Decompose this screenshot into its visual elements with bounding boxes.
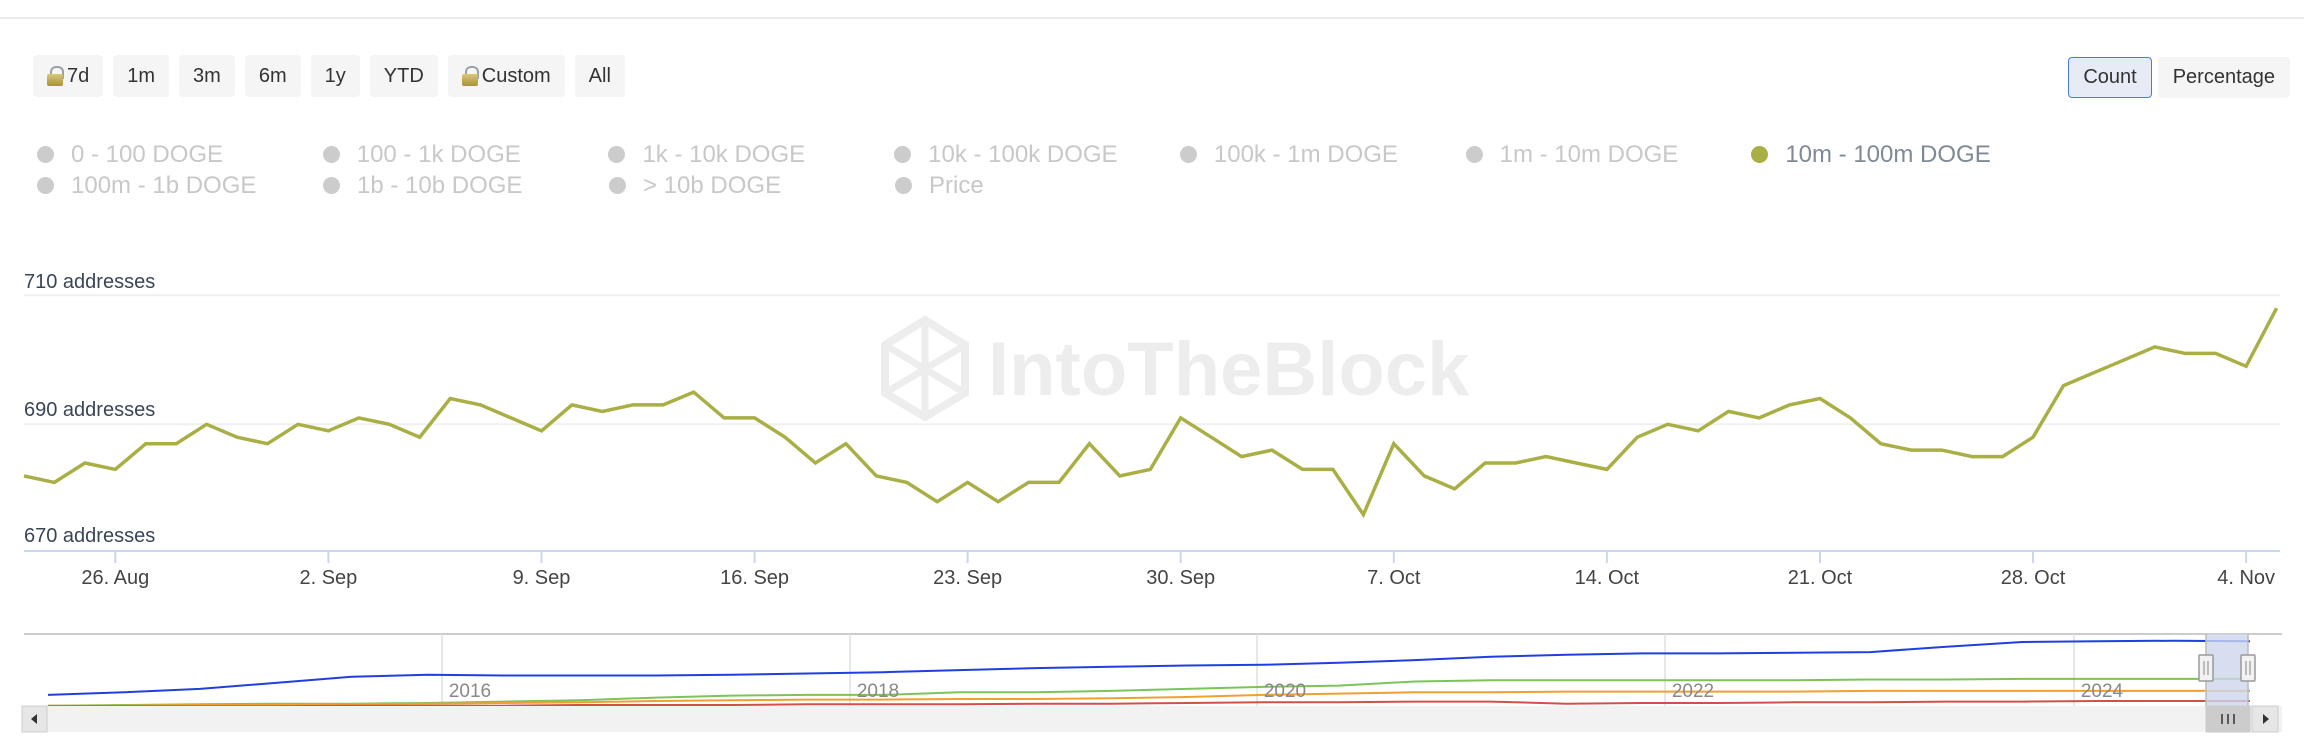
percentage-mode-button[interactable]: Percentage [2157, 57, 2290, 98]
legend-label: Price [929, 171, 984, 199]
navigator-year-label: 2018 [857, 681, 899, 702]
legend-dot-icon [1179, 146, 1197, 163]
legend-item-10m-100m-doge[interactable]: 10m - 100m DOGE [1751, 139, 2037, 170]
x-tick-label: 9. Sep [513, 567, 571, 589]
x-tick-label: 16. Sep [720, 567, 789, 589]
lock-icon [461, 66, 479, 86]
legend-label: 1m - 10m DOGE [1499, 140, 1679, 168]
x-tick-label: 30. Sep [1146, 567, 1215, 589]
legend-label: > 10b DOGE [643, 171, 782, 199]
legend-dot-icon [608, 146, 626, 163]
range-button-ytd[interactable]: YTD [369, 55, 438, 97]
time-range-selector: 7d 1m 3m 6m 1y YTD Custom All [33, 55, 625, 97]
legend-label: 100k - 1m DOGE [1213, 140, 1398, 168]
range-button-1m[interactable]: 1m [113, 55, 170, 97]
range-button-1y[interactable]: 1y [310, 55, 360, 97]
range-button-label: 1m [127, 64, 156, 87]
range-button-label: 1y [324, 64, 346, 87]
navigator-year-label: 2022 [1672, 681, 1714, 702]
top-divider [0, 17, 2304, 19]
legend-item-100-1k-doge[interactable]: 100 - 1k DOGE [322, 139, 609, 170]
legend-item-10k-100k-doge[interactable]: 10k - 100k DOGE [894, 139, 1180, 170]
legend-item-price[interactable]: Price [895, 170, 1181, 201]
navigator-left-handle[interactable] [2198, 654, 2214, 682]
legend-dot-icon [37, 177, 54, 194]
range-button-label: All [588, 64, 611, 87]
x-tick-label: 28. Oct [2001, 567, 2066, 589]
legend-item-100k-1m-doge[interactable]: 100k - 1m DOGE [1179, 139, 1466, 170]
navigator-series-count-total [47, 639, 2251, 696]
legend-item-0-100-doge[interactable]: 0 - 100 DOGE [37, 139, 323, 170]
legend-item-100m-1b-doge[interactable]: 100m - 1b DOGE [37, 170, 323, 201]
range-button-3m[interactable]: 3m [179, 55, 235, 97]
range-button-6m[interactable]: 6m [244, 55, 301, 97]
legend-label: 1k - 10k DOGE [642, 140, 806, 168]
legend-label: 10m - 100m DOGE [1785, 140, 1991, 168]
x-tick-label: 7. Oct [1367, 567, 1421, 589]
x-tick-label: 2. Sep [299, 567, 357, 589]
watermark-text: IntoTheBlock [988, 327, 1470, 412]
navigator-year-label: 2024 [2081, 681, 2124, 702]
legend-row: 0 - 100 DOGE 100 - 1k DOGE 1k - 10k DOGE 10… [37, 139, 2037, 170]
legend-dot-icon [323, 177, 340, 194]
range-button-label: Custom [481, 64, 551, 87]
navigator-year-label: 2016 [449, 681, 491, 702]
range-button-label: 3m [193, 64, 221, 87]
legend-item-1m-10m-doge[interactable]: 1m - 10m DOGE [1465, 139, 1752, 170]
scroll-left-button[interactable] [21, 705, 48, 733]
legend-item-1b-10b-doge[interactable]: 1b - 10b DOGE [323, 170, 609, 201]
intotheblock-watermark: IntoTheBlock [881, 315, 1470, 422]
range-button-label: 7d [67, 64, 90, 87]
range-button-all[interactable]: All [574, 55, 625, 97]
legend-dot-icon [322, 146, 340, 163]
legend-dot-icon [609, 177, 626, 194]
scroll-right-button[interactable] [2251, 705, 2279, 733]
lock-icon [47, 66, 64, 86]
display-mode-toggle: Count Percentage [2068, 57, 2290, 98]
scrollbar-track[interactable] [22, 706, 2282, 732]
legend-dot-icon [895, 177, 912, 194]
range-button-label: YTD [383, 64, 424, 87]
range-button-7d[interactable]: 7d [33, 55, 104, 97]
legend-label: 1b - 10b DOGE [357, 171, 523, 199]
main-line-chart[interactable]: IntoTheBlock 26. Aug 2. Sep 9. Sep 16. Sep 23… [0, 270, 2304, 590]
legend-item-10b-doge[interactable]: > 10b DOGE [609, 170, 895, 201]
legend-label: 100 - 1k DOGE [356, 140, 521, 168]
legend-dot-icon [1465, 146, 1483, 163]
navigator-chart[interactable]: 2016 2018 2020 2022 2024 [0, 630, 2304, 749]
legend-row: 100m - 1b DOGE 1b - 10b DOGE > 10b DOGE Pri… [37, 170, 2037, 201]
x-tick-label: 14. Oct [1575, 567, 1640, 589]
legend-dot-icon [1751, 146, 1769, 163]
chart-legend: 0 - 100 DOGE 100 - 1k DOGE 1k - 10k DOGE 10… [37, 139, 2037, 201]
x-tick-label: 23. Sep [933, 567, 1002, 589]
navigator-right-handle[interactable] [2240, 654, 2256, 682]
legend-label: 10k - 100k DOGE [928, 140, 1118, 168]
legend-item-1k-10k-doge[interactable]: 1k - 10k DOGE [608, 139, 894, 170]
x-tick-label: 4. Nov [2217, 567, 2275, 589]
legend-dot-icon [894, 146, 912, 163]
range-button-label: 6m [258, 64, 287, 87]
range-button-custom[interactable]: Custom [447, 55, 565, 97]
navigator-year-label: 2020 [1264, 681, 1306, 702]
x-tick-label: 21. Oct [1788, 567, 1853, 589]
legend-label: 0 - 100 DOGE [71, 140, 224, 168]
count-mode-button[interactable]: Count [2068, 57, 2152, 98]
legend-label: 100m - 1b DOGE [71, 171, 257, 199]
x-tick-label: 26. Aug [81, 567, 149, 589]
legend-dot-icon [37, 146, 54, 163]
